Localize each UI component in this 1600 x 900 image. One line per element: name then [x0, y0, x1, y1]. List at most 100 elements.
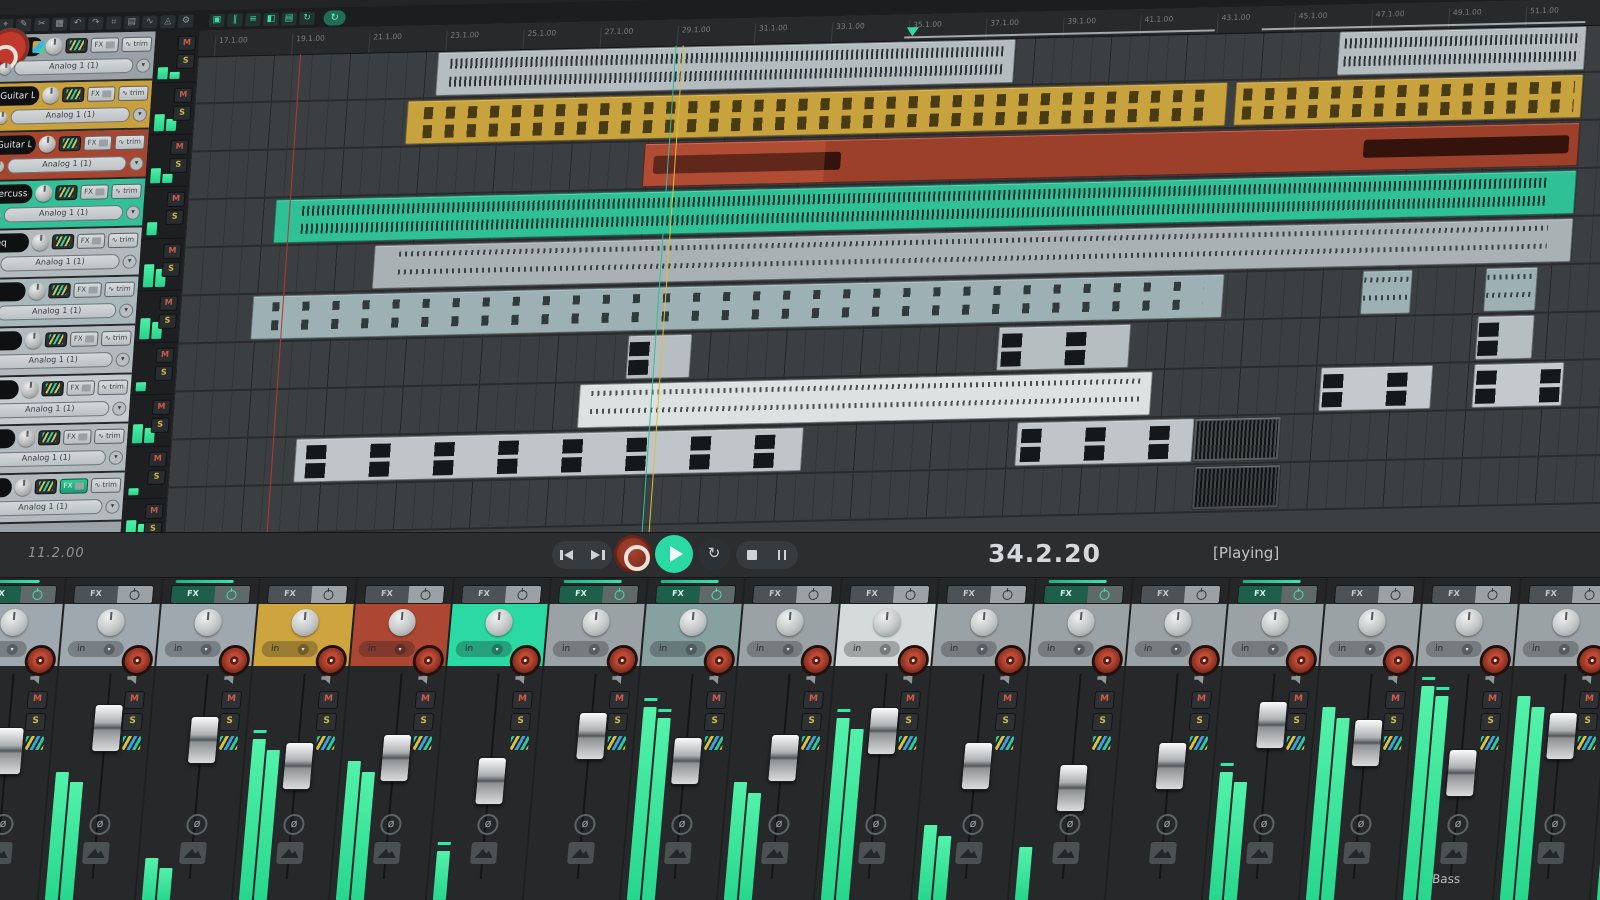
- strip-pan-knob[interactable]: [0, 609, 28, 636]
- envelope-button[interactable]: [179, 842, 207, 864]
- track-solo-button[interactable]: S: [154, 366, 173, 381]
- input-dropdown-icon[interactable]: ▾: [879, 644, 891, 655]
- track-mute-button[interactable]: M: [155, 348, 174, 363]
- volume-fader[interactable]: [767, 734, 800, 782]
- settings-icon[interactable]: ⚙: [178, 14, 194, 27]
- strip-solo-button[interactable]: S: [25, 713, 47, 731]
- strip-input-button[interactable]: in▾: [843, 641, 900, 657]
- strip-input-button[interactable]: in▾: [1037, 641, 1094, 657]
- input-dropdown-icon[interactable]: ▾: [136, 58, 151, 72]
- track-fx-button[interactable]: FX: [80, 184, 109, 200]
- strip-fx-button[interactable]: FX: [1334, 585, 1416, 604]
- track-mute-button[interactable]: M: [148, 452, 167, 467]
- strip-fx-button[interactable]: FX: [1140, 585, 1222, 604]
- strip-fx-button[interactable]: FX: [1528, 585, 1600, 604]
- envelope-button[interactable]: [1246, 842, 1274, 864]
- track-solo-button[interactable]: S: [172, 106, 191, 121]
- strip-input-button[interactable]: in▾: [940, 641, 997, 657]
- fx-power-button[interactable]: [19, 586, 56, 603]
- input-dropdown-icon[interactable]: ▾: [105, 499, 120, 513]
- track-trim-button[interactable]: ∿ trim: [121, 37, 153, 53]
- fx-power-button[interactable]: [892, 586, 929, 603]
- envelope-button[interactable]: [664, 842, 692, 864]
- phase-button[interactable]: ø: [1350, 814, 1373, 835]
- input-dropdown-icon[interactable]: ▾: [103, 644, 115, 655]
- track-fx-button[interactable]: FX: [83, 135, 112, 151]
- envelope-button[interactable]: [1537, 842, 1565, 864]
- strip-mute-button[interactable]: M: [997, 691, 1019, 709]
- track-route-button[interactable]: [48, 283, 71, 298]
- strip-solo-button[interactable]: S: [1092, 713, 1114, 731]
- volume-fader[interactable]: [91, 704, 124, 752]
- strip-input-button[interactable]: in▾: [67, 641, 124, 657]
- track-fx-button[interactable]: FX: [59, 478, 88, 494]
- volume-fader[interactable]: [1056, 764, 1089, 812]
- track-mute-button[interactable]: M: [163, 244, 182, 259]
- input-dropdown-icon[interactable]: ▾: [129, 156, 144, 170]
- strip-mute-button[interactable]: M: [900, 691, 922, 709]
- track-volume-knob[interactable]: [28, 283, 46, 300]
- phase-button[interactable]: ø: [0, 814, 14, 835]
- input-dropdown-icon[interactable]: ▾: [1558, 644, 1570, 655]
- track-width-knob[interactable]: [0, 209, 1, 221]
- fx-power-button[interactable]: [1377, 586, 1414, 603]
- media-item[interactable]: [1483, 267, 1538, 312]
- grid-icon[interactable]: ▤: [124, 15, 140, 28]
- track-route-button[interactable]: [41, 381, 64, 396]
- strip-pan-knob[interactable]: [1551, 609, 1580, 636]
- fx-power-button[interactable]: [407, 586, 444, 603]
- strip-mute-button[interactable]: M: [803, 691, 825, 709]
- strip-mute-button[interactable]: M: [27, 691, 49, 709]
- strip-mute-button[interactable]: M: [1191, 691, 1213, 709]
- fx-power-button[interactable]: [504, 586, 541, 603]
- envelope-button[interactable]: [0, 842, 13, 864]
- undo-icon[interactable]: ↶: [70, 17, 86, 30]
- strip-input-button[interactable]: in▾: [552, 641, 609, 657]
- envelope-button[interactable]: [1052, 842, 1080, 864]
- track-solo-button[interactable]: S: [147, 470, 166, 485]
- envelope-button[interactable]: [567, 842, 595, 864]
- strip-mute-button[interactable]: M: [1094, 691, 1116, 709]
- snap-icon[interactable]: ⌗: [106, 16, 122, 29]
- track-name-bar[interactable]: G Sparagle: [0, 37, 43, 57]
- strip-pan-knob[interactable]: [290, 609, 319, 636]
- track-solo-button[interactable]: S: [169, 158, 188, 173]
- strip-pan-knob[interactable]: [484, 609, 513, 636]
- phase-button[interactable]: ø: [962, 814, 985, 835]
- strip-mute-button[interactable]: M: [1288, 691, 1310, 709]
- track-trim-button[interactable]: ∿ trim: [104, 282, 136, 298]
- volume-fader[interactable]: [1350, 719, 1383, 767]
- track-solo-button[interactable]: S: [158, 314, 177, 329]
- phase-button[interactable]: ø: [768, 814, 791, 835]
- track-trim-button[interactable]: ∿ trim: [107, 233, 139, 249]
- strip-record-arm-button[interactable]: [1579, 648, 1600, 673]
- media-item[interactable]: [1191, 464, 1281, 510]
- envelope-button[interactable]: [1343, 842, 1371, 864]
- strip-pan-knob[interactable]: [387, 609, 416, 636]
- envelope-button[interactable]: [761, 842, 789, 864]
- track-name-bar[interactable]: [0, 282, 26, 302]
- fx-power-button[interactable]: [795, 586, 832, 603]
- track-mute-button[interactable]: M: [166, 192, 185, 207]
- strip-input-button[interactable]: in▾: [1425, 641, 1482, 657]
- track-input-label[interactable]: Analog 1 (1): [0, 401, 110, 419]
- volume-fader[interactable]: [281, 742, 314, 790]
- fx-power-button[interactable]: [310, 586, 347, 603]
- strip-input-button[interactable]: in▾: [0, 641, 27, 657]
- phase-button[interactable]: ø: [671, 814, 694, 835]
- ripple-off-icon[interactable]: ▣: [209, 13, 225, 26]
- track-input-label[interactable]: Analog 1 (1): [0, 499, 103, 517]
- envelope-mode-icon[interactable]: ▤: [281, 12, 297, 25]
- track-solo-button[interactable]: S: [161, 262, 180, 277]
- fx-power-button[interactable]: [698, 586, 735, 603]
- phase-button[interactable]: ø: [380, 814, 403, 835]
- glue-icon[interactable]: ▦: [52, 17, 68, 30]
- input-dropdown-icon[interactable]: ▾: [126, 205, 141, 219]
- track-trim-button[interactable]: ∿ trim: [90, 478, 122, 494]
- track-route-button[interactable]: [34, 479, 57, 494]
- auto-crossfade-icon[interactable]: ◧: [263, 12, 279, 25]
- strip-input-button[interactable]: in▾: [164, 641, 221, 657]
- strip-solo-button[interactable]: S: [219, 713, 241, 731]
- strip-fx-button[interactable]: FX: [849, 585, 931, 604]
- strip-fx-button[interactable]: FX: [1043, 585, 1125, 604]
